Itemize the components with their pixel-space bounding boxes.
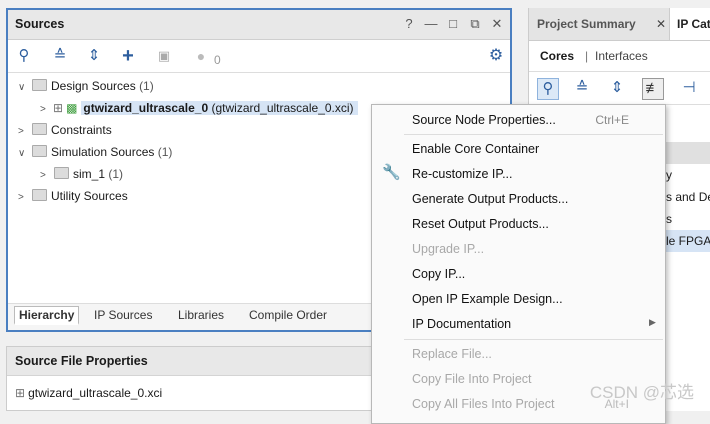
- hierarchy-icon: ▩: [66, 101, 78, 115]
- menu-item-ip-documentation[interactable]: IP Documentation: [412, 313, 511, 335]
- gear-icon[interactable]: ⚙: [486, 46, 506, 66]
- sfp-title: Source File Properties: [15, 354, 148, 368]
- menu-item-copy-all-files-into-project: Copy All Files Into Project: [412, 397, 555, 411]
- right-toolbar: ⚲ ≙ ⇕ ≢ ⊣: [529, 72, 710, 105]
- close-icon[interactable]: ✕: [490, 16, 504, 32]
- tab-hierarchy[interactable]: Hierarchy: [14, 306, 80, 325]
- menu-separator: [404, 134, 663, 135]
- close-icon[interactable]: ✕: [656, 17, 666, 31]
- column-header: [664, 142, 710, 164]
- sources-title: Sources: [15, 17, 65, 31]
- disabled-file-icon: ▣: [157, 48, 171, 63]
- collapse-all-icon[interactable]: ≙: [572, 78, 592, 98]
- tab-compile-order[interactable]: Compile Order: [249, 308, 327, 322]
- filter-icon[interactable]: ≢: [642, 78, 664, 100]
- search-icon[interactable]: ⚲: [14, 46, 34, 66]
- folder-icon: [32, 123, 47, 135]
- search-icon[interactable]: ⚲: [537, 78, 559, 100]
- sfp-file-row: ⊞ gtwizard_ultrascale_0.xci: [15, 386, 163, 400]
- menu-item-open-ip-example-design[interactable]: Open IP Example Design...: [412, 288, 563, 310]
- tab-ip-catalog[interactable]: IP Cat: [677, 17, 710, 31]
- help-icon[interactable]: ?: [402, 16, 416, 32]
- ip-core-icon: ⊞: [15, 386, 26, 400]
- chevron-right-icon[interactable]: >: [40, 100, 50, 120]
- expand-all-icon[interactable]: ⇕: [84, 46, 104, 66]
- watermark: CSDN @芯选: [589, 383, 694, 402]
- folder-icon: [54, 167, 69, 179]
- menu-item-copy-file-into-project: Copy File Into Project: [412, 372, 532, 386]
- context-menu: Source Node Properties... Ctrl+E Enable …: [371, 104, 666, 424]
- expand-all-icon[interactable]: ⇕: [607, 78, 627, 98]
- ip-core-icon: ⊞: [53, 101, 64, 115]
- folder-icon: [32, 145, 47, 157]
- chevron-right-icon[interactable]: >: [18, 122, 28, 142]
- sources-header: Sources ? — □ ⧉ ✕: [8, 10, 510, 40]
- subtab-interfaces[interactable]: Interfaces: [595, 49, 648, 63]
- tab-libraries[interactable]: Libraries: [178, 308, 224, 322]
- submenu-arrow-icon: ▶: [649, 317, 656, 327]
- menu-item-recustomize-ip[interactable]: Re-customize IP...: [412, 163, 513, 185]
- hierarchy-view-icon[interactable]: ⊣: [679, 78, 699, 98]
- folder-icon: [32, 79, 47, 91]
- menu-item-source-node-properties[interactable]: Source Node Properties...: [412, 109, 556, 131]
- tree-item-simulation-sources[interactable]: ∨ Simulation Sources (1): [18, 142, 172, 162]
- status-dot-icon: ●: [196, 48, 206, 64]
- float-icon[interactable]: ⧉: [468, 16, 482, 32]
- tab-project-summary[interactable]: Project Summary: [537, 17, 636, 31]
- tree-item-sim-1[interactable]: > sim_1 (1): [40, 164, 123, 184]
- maximize-icon[interactable]: □: [446, 16, 460, 32]
- add-sources-icon[interactable]: +: [118, 46, 138, 66]
- menu-item-enable-core-container[interactable]: Enable Core Container: [412, 138, 539, 160]
- folder-icon: [32, 189, 47, 201]
- right-tabbar: Project Summary ✕ IP Cat: [529, 8, 710, 41]
- menu-item-reset-output-products[interactable]: Reset Output Products...: [412, 213, 549, 235]
- tree-item-utility-sources[interactable]: > Utility Sources: [18, 186, 128, 206]
- menu-item-copy-ip[interactable]: Copy IP...: [412, 263, 465, 285]
- tree-item-gtwizard[interactable]: > ⊞ ▩ gtwizard_ultrascale_0 (gtwizard_ultra…: [40, 98, 358, 118]
- status-count: 0: [214, 53, 221, 67]
- chevron-right-icon[interactable]: >: [40, 166, 50, 186]
- menu-separator: [404, 339, 663, 340]
- subtab-divider: |: [585, 49, 589, 63]
- tree-item-constraints[interactable]: > Constraints: [18, 120, 112, 140]
- subtab-cores[interactable]: Cores: [540, 49, 574, 63]
- tab-ip-sources[interactable]: IP Sources: [94, 308, 152, 322]
- collapse-all-icon[interactable]: ≙: [50, 46, 70, 66]
- shortcut-ctrl-e: Ctrl+E: [595, 113, 629, 127]
- chevron-right-icon[interactable]: >: [18, 188, 28, 208]
- menu-item-upgrade-ip: Upgrade IP...: [412, 242, 485, 256]
- menu-item-generate-output-products[interactable]: Generate Output Products...: [412, 188, 568, 210]
- wrench-icon: 🔧: [382, 164, 401, 181]
- menu-item-replace-file: Replace File...: [412, 347, 492, 361]
- tree-item-design-sources[interactable]: ∨ Design Sources (1): [18, 76, 154, 96]
- right-subtabs: Cores | Interfaces: [529, 41, 710, 72]
- chevron-down-icon[interactable]: ∨: [18, 78, 28, 98]
- sources-toolbar: ⚲ ≙ ⇕ + ▣ ● 0 ⚙: [8, 40, 510, 73]
- minimize-icon[interactable]: —: [424, 16, 438, 32]
- chevron-down-icon[interactable]: ∨: [18, 144, 28, 164]
